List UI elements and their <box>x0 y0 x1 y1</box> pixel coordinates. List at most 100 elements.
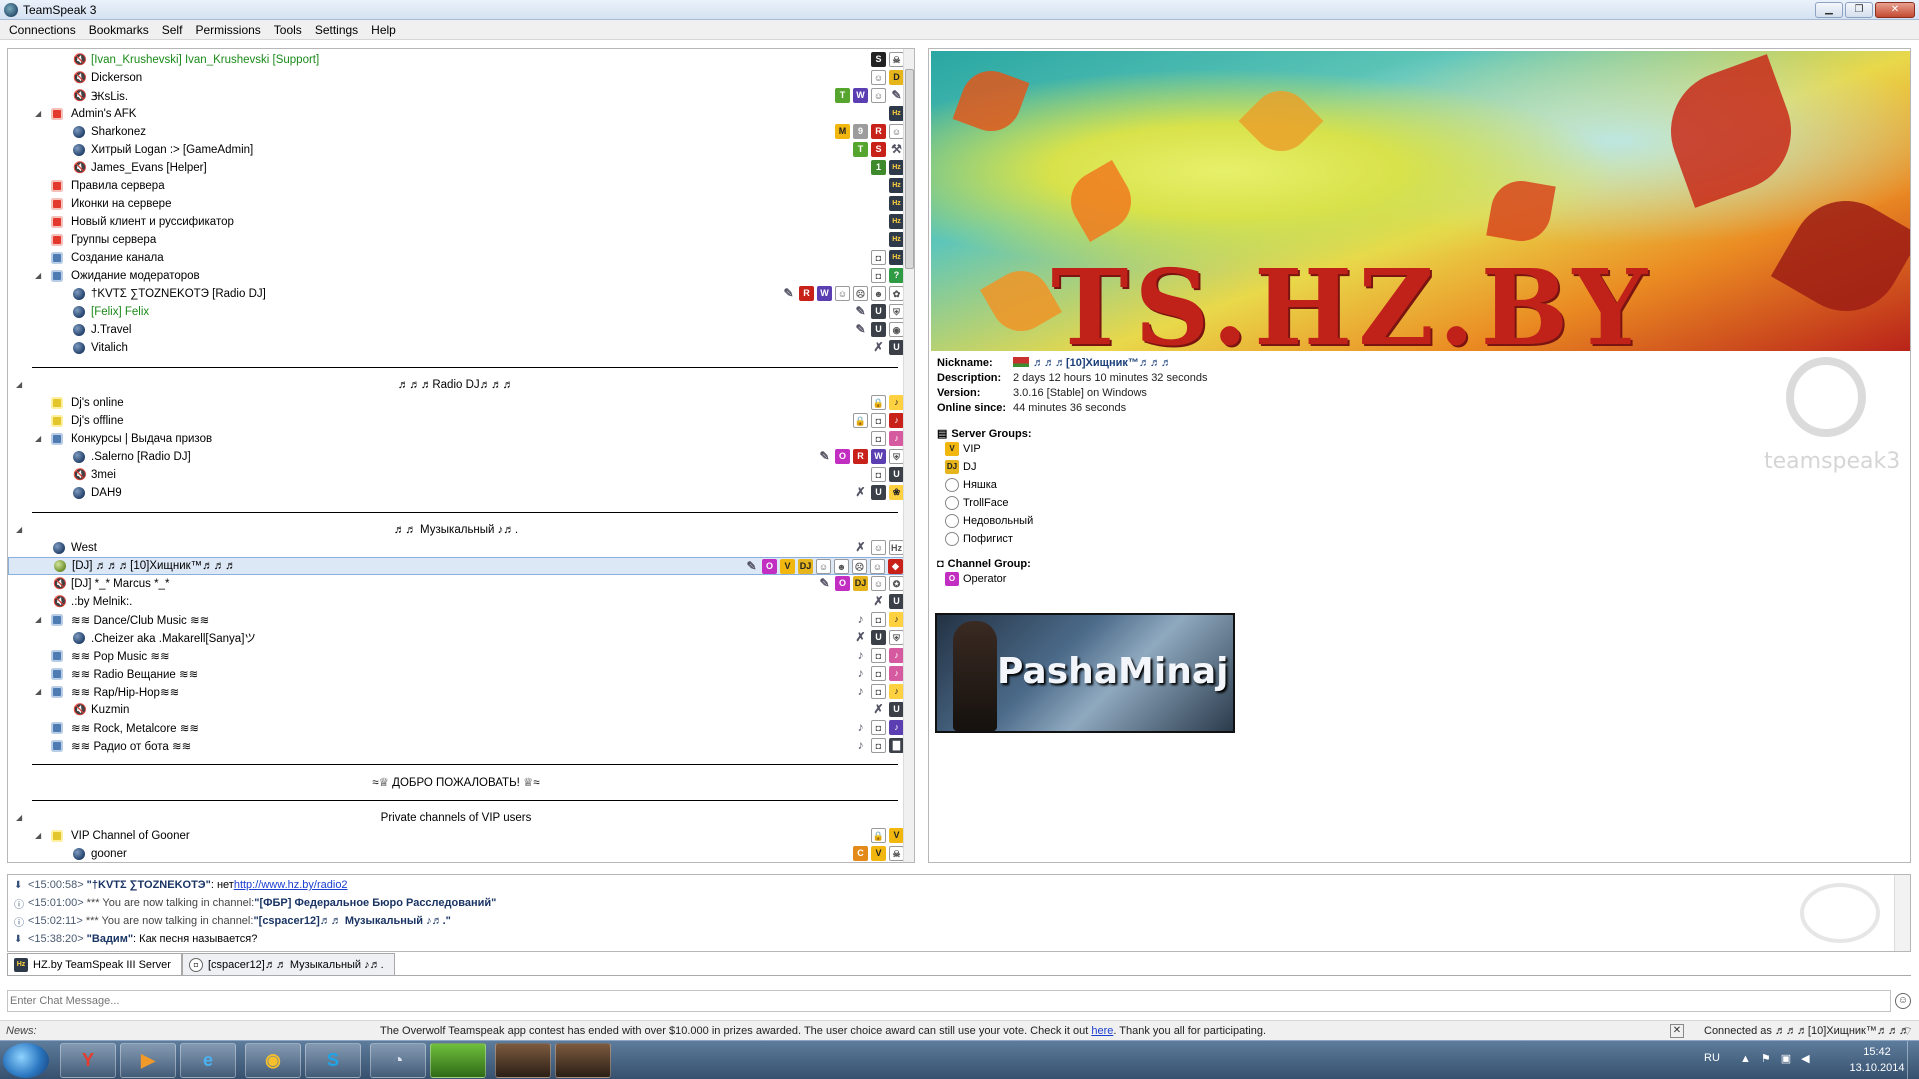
tree-channel-row[interactable]: ≋≋ Pop Music ≋≋ ♪ ◘ ♪ <box>8 647 904 665</box>
menu-bookmarks[interactable]: Bookmarks <box>84 23 157 37</box>
tree-client-row[interactable]: DAH9 ✗ U ❀ <box>8 484 904 502</box>
collapse-arrow-icon[interactable]: ◢ <box>35 688 43 696</box>
menu-settings[interactable]: Settings <box>310 23 366 37</box>
chat-channel-name[interactable]: "[ФБР] Федеральное Бюро Расследований" <box>254 897 496 909</box>
teamspeak-taskbar-icon[interactable]: ◔ <box>370 1043 426 1078</box>
tree-client-row[interactable]: .Cheizer aka .Makarell[Sanya]ツ ✗ U ⛨ <box>8 629 904 647</box>
tree-client-row[interactable]: 🔇 ꚄsLis. T W ☺ ✎ <box>8 87 904 105</box>
collapse-arrow-icon[interactable]: ◢ <box>35 272 43 280</box>
tab-server[interactable]: Hz HZ.by TeamSpeak III Server <box>7 953 182 976</box>
tree-channel-row[interactable]: ◢ ≋≋ Rap/Hip-Hop≋≋ ♪ ◘ ♪ <box>8 683 904 701</box>
menu-tools[interactable]: Tools <box>269 23 310 37</box>
tree-client-row[interactable]: Vitalich ✗ U <box>8 339 904 357</box>
tree-scrollbar-thumb[interactable] <box>905 69 914 269</box>
tree-channel-row[interactable]: Правила сервера Hz <box>8 177 904 195</box>
tree-channel-row[interactable]: ≋≋ Радио от бота ≋≋ ♪ ◘ ▇ <box>8 737 904 755</box>
collapse-arrow-icon[interactable]: ◢ <box>35 110 43 118</box>
start-button[interactable] <box>3 1043 49 1078</box>
close-news-icon[interactable]: ✕ <box>1670 1024 1684 1038</box>
collapse-arrow-icon[interactable]: ◢ <box>35 832 43 840</box>
image-window-icon[interactable] <box>495 1043 551 1078</box>
chat-sender[interactable]: "Вадим" <box>87 933 133 945</box>
tree-client-row[interactable]: 🔇 [Ivan_Krushevski] Ivan_Krushevski [Sup… <box>8 51 904 69</box>
tree-scrollbar[interactable] <box>903 49 914 862</box>
close-button[interactable]: ✕ <box>1875 2 1915 18</box>
tree-client-row[interactable]: gooner C V ☠ <box>8 845 904 862</box>
tree-client-row[interactable]: West ✗ ☺ Hz <box>8 539 904 557</box>
tree-channel-row[interactable]: ◢ Конкурсы | Выдача призов ◘ ♪ <box>8 430 904 448</box>
yandex-browser-icon[interactable]: Y <box>60 1043 116 1078</box>
tray-icons[interactable]: ▲⚑▣◀ <box>1740 1052 1820 1065</box>
tree-spacer-row[interactable]: ≈♕ ДОБРО ПОЖАЛОВАТЬ! ♕≈ <box>8 773 904 791</box>
tree-channel-row[interactable]: ≋≋ Radio Вещание ≋≋ ♪ ◘ ♪ <box>8 665 904 683</box>
tree-channel-row[interactable]: ◢ VIP Channel of Gooner 🔒 V <box>8 827 904 845</box>
server-banner-image[interactable]: TS.HZ.BY <box>931 51 1910 351</box>
menu-connections[interactable]: Connections <box>4 23 84 37</box>
paw-icon: ✿ <box>889 286 904 301</box>
chat-channel-name[interactable]: "[cspacer12]♬♬ Музыкальный ♪♬." <box>253 915 450 927</box>
tree-client-row[interactable]: 🔇 Kuzmin ✗ U <box>8 701 904 719</box>
tree-client-row-selected[interactable]: [DJ] ♬♬♬[10]Хищник™♬♬♬ ✎ O V DJ ☺ ☻ ☹ ☺ ◆ <box>8 557 904 575</box>
tree-channel-row[interactable]: ◢ Admin's AFK Hz <box>8 105 904 123</box>
language-indicator[interactable]: RU <box>1704 1052 1720 1064</box>
tree-client-row[interactable]: Sharkonez M 9 R ☺ <box>8 123 904 141</box>
collapse-arrow-icon[interactable]: ◢ <box>35 435 43 443</box>
tree-client-row[interactable]: 🔇 Dickerson ☺ D <box>8 69 904 87</box>
connection-quality-icon[interactable]: ⌔ <box>1902 1024 1913 1039</box>
tree-spacer-row[interactable]: ◢ ♬♬ Музыкальный ♪♬. <box>8 521 904 539</box>
chat-message-input[interactable] <box>7 990 1891 1012</box>
tree-channel-row[interactable]: ◢ Ожидание модераторов ◘? <box>8 267 904 285</box>
minimize-button[interactable]: ▁ <box>1815 2 1843 18</box>
channel-tree[interactable]: 🔇 [Ivan_Krushevski] Ivan_Krushevski [Sup… <box>7 48 915 863</box>
tree-client-row[interactable]: †KVTΣ ∑TOZNEKOTЭ [Radio DJ] ✎ R W ☺ ☹ ☻ ✿ <box>8 285 904 303</box>
skype-icon[interactable]: S <box>305 1043 361 1078</box>
tree-client-row[interactable]: .Salerno [Radio DJ] ✎ O R W ⛨ <box>8 448 904 466</box>
news-link[interactable]: here <box>1091 1025 1113 1037</box>
clock[interactable]: 15:42 13.10.2014 <box>1842 1044 1912 1076</box>
tree-client-row[interactable]: 🔇 .:by Melnik:. ✗ U <box>8 593 904 611</box>
tree-client-row[interactable]: [Felix] Felix ✎ U ⛨ <box>8 303 904 321</box>
tree-client-row[interactable]: 🔇 [DJ] *_* Marcus *_* ✎ O DJ ☺ ✪ <box>8 575 904 593</box>
tree-channel-row[interactable]: Создание канала ◘ Hz <box>8 249 904 267</box>
tree-client-row[interactable]: J.Travel ✎ U ◉ <box>8 321 904 339</box>
tree-channel-row[interactable]: Dj's online 🔒 ♪ <box>8 394 904 412</box>
chat-log[interactable]: ⬇ <15:00:58> "†KVTΣ ∑TOZNEKOTЭ" : нет ht… <box>7 874 1911 952</box>
chat-text: : нет <box>210 879 234 891</box>
image-window-icon-2[interactable] <box>555 1043 611 1078</box>
tree-spacer-row[interactable]: ◢ ♬♬♬Radio DJ♬♬♬ <box>8 376 904 394</box>
tree-channel-row[interactable]: Группы сервера Hz <box>8 231 904 249</box>
tree-spacer-row[interactable]: ◢ Private channels of VIP users <box>8 809 904 827</box>
chat-link[interactable]: http://www.hz.by/radio2 <box>234 879 348 891</box>
chat-sender[interactable]: "†KVTΣ ∑TOZNEKOTЭ" <box>87 879 211 891</box>
chat-scrollbar[interactable] <box>1894 875 1910 951</box>
tree-channel-row[interactable]: Dj's offline 🔒 ◘ ♪ <box>8 412 904 430</box>
client-idle-icon <box>73 632 85 644</box>
tree-channel-row[interactable]: ≋≋ Rock, Metalcore ≋≋ ♪ ◘ ♪ <box>8 719 904 737</box>
tab-channel[interactable]: ◘ [cspacer12]♬♬ Музыкальный ♪♬. <box>181 953 395 976</box>
tree-client-row[interactable]: 🔇 James_Evans [Helper] 1 Hz <box>8 159 904 177</box>
face-icon: ☺ <box>816 559 831 574</box>
app-window-icon[interactable] <box>430 1043 486 1078</box>
collapse-arrow-icon[interactable]: ◢ <box>35 616 43 624</box>
tree-client-row[interactable]: Хитрый Logan :> [GameAdmin] T S ⚒ <box>8 141 904 159</box>
muted-mic-icon: 🔇 <box>73 704 87 716</box>
channel-chat-icon: ◘ <box>871 738 886 753</box>
emoticon-icon[interactable]: ☺ <box>1895 993 1911 1009</box>
microphone-icon: ✎ <box>746 559 757 573</box>
internet-explorer-icon[interactable]: e <box>180 1043 236 1078</box>
media-player-icon[interactable]: ▶ <box>120 1043 176 1078</box>
channel-name: Новый клиент и руссификатор <box>71 216 234 228</box>
music-icon: ♪ <box>857 684 864 698</box>
hz-channel-icon: Hz <box>889 178 904 193</box>
chrome-icon[interactable]: ◉ <box>245 1043 301 1078</box>
menu-help[interactable]: Help <box>366 23 404 37</box>
tree-channel-row[interactable]: Новый клиент и руссификатор Hz <box>8 213 904 231</box>
tree-client-row[interactable]: 🔇 3mei ◘ U <box>8 466 904 484</box>
client-name: .Salerno [Radio DJ] <box>91 451 191 463</box>
menu-self[interactable]: Self <box>157 23 191 37</box>
tree-channel-row[interactable]: ◢ ≋≋ Dance/Club Music ≋≋ ♪ ◘ ♪ <box>8 611 904 629</box>
restore-button[interactable]: ❐ <box>1845 2 1873 18</box>
tree-channel-row[interactable]: Иконки на сервере Hz <box>8 195 904 213</box>
show-desktop-button[interactable] <box>1907 1041 1919 1079</box>
menu-permissions[interactable]: Permissions <box>190 23 268 37</box>
